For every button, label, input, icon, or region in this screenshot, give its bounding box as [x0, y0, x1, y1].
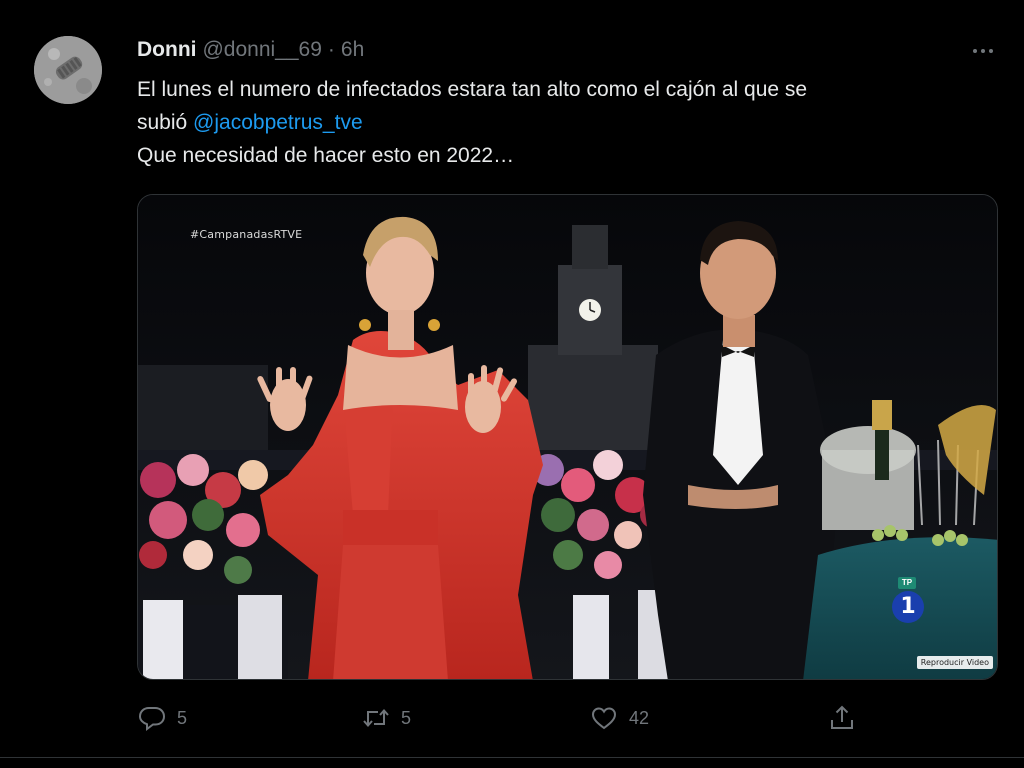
- like-button[interactable]: 42: [589, 700, 649, 736]
- play-video-label[interactable]: Reproducir Video: [916, 656, 993, 669]
- avatar[interactable]: [34, 36, 102, 104]
- reply-button[interactable]: 5: [137, 700, 187, 736]
- like-count: 42: [629, 707, 650, 728]
- reply-count: 5: [177, 707, 188, 728]
- user-handle[interactable]: @donni__69: [202, 38, 321, 62]
- more-horizontal-icon: [973, 49, 993, 53]
- retweet-count: 5: [401, 707, 412, 728]
- retweet-icon: [361, 703, 391, 733]
- video-player[interactable]: #CampanadasRTVE TP 1 Reproducir Video: [137, 194, 998, 680]
- tweet-text-line-2: subió @jacobpetrus_tve: [137, 106, 997, 139]
- tweet[interactable]: Donni @donni__69 · 6h El lunes el numero…: [0, 0, 1024, 768]
- channel-logo: TP 1: [886, 577, 928, 629]
- heart-icon: [589, 703, 619, 733]
- tweet-text-line-3: Que necesidad de hacer esto en 2022…: [137, 144, 515, 167]
- mention-link[interactable]: @jacobpetrus_tve: [193, 111, 363, 134]
- tweet-text: El lunes el numero de infectados estara …: [137, 73, 997, 172]
- channel-tag: TP: [898, 577, 916, 589]
- display-name[interactable]: Donni: [137, 38, 196, 62]
- share-icon: [827, 703, 857, 733]
- timestamp[interactable]: 6h: [341, 38, 364, 62]
- channel-number: 1: [892, 591, 924, 623]
- separator: ·: [327, 38, 335, 61]
- retweet-button[interactable]: 5: [361, 700, 411, 736]
- video-frame: [138, 195, 997, 679]
- tweet-text-line-1: El lunes el numero de infectados estara …: [137, 78, 808, 101]
- divider: [0, 757, 1024, 758]
- tweet-actions: 5 5 42: [137, 700, 857, 736]
- more-options-button[interactable]: [966, 36, 1000, 66]
- tweet-text-line-2-prefix: subió: [137, 111, 194, 134]
- hashtag-overlay: #CampanadasRTVE: [190, 228, 303, 241]
- tweet-header: Donni @donni__69 · 6h: [137, 38, 364, 64]
- share-button[interactable]: [827, 700, 857, 736]
- reply-icon: [137, 703, 167, 733]
